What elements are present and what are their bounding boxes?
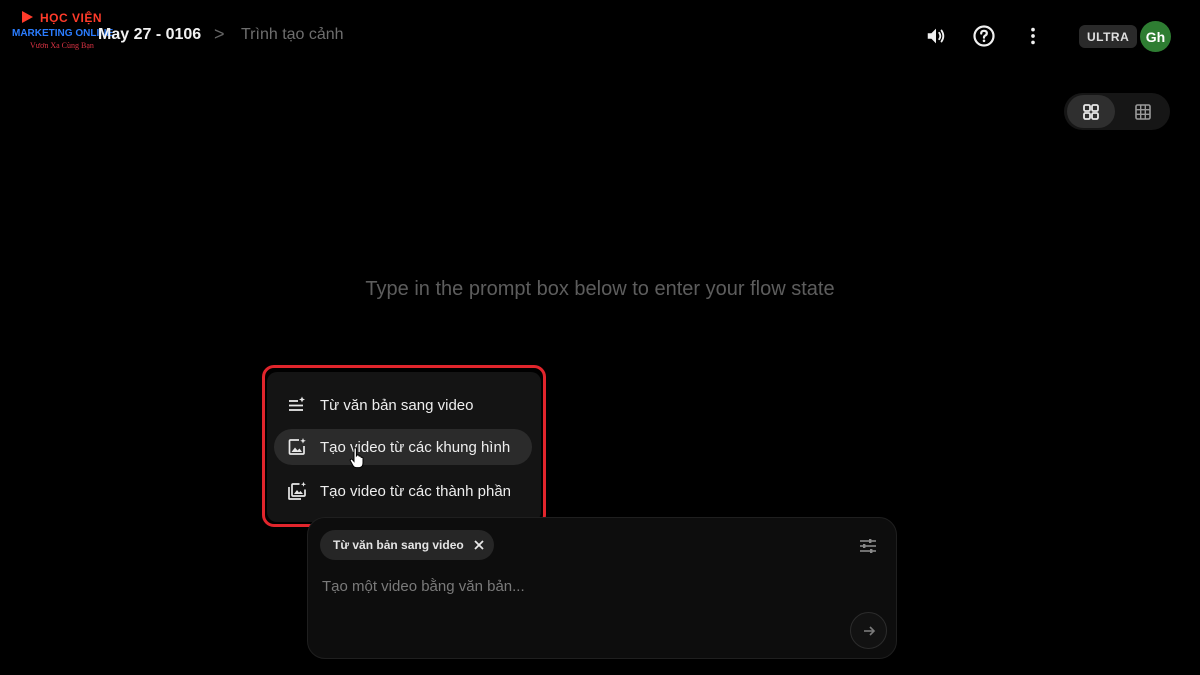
arrow-right-icon [863, 625, 875, 636]
prompt-input[interactable] [322, 574, 842, 598]
plan-badge: ULTRA [1079, 25, 1138, 48]
more-menu-button[interactable] [1019, 22, 1047, 50]
mode-chip-label: Từ văn bản sang video [333, 538, 464, 552]
volume-icon [927, 28, 945, 44]
page-name: Trình tạo cảnh [241, 26, 344, 43]
breadcrumb-separator: > [214, 24, 225, 44]
grid-large-view-button[interactable] [1067, 95, 1115, 128]
hand-cursor-icon [349, 447, 364, 469]
empty-state-hint: Type in the prompt box below to enter yo… [365, 278, 835, 300]
top-bar: HỌC VIỆN MARKETING ONLINE Vươn Xa Cùng B… [0, 0, 1200, 72]
view-toggle [1064, 93, 1170, 130]
more-vert-icon [1031, 27, 1035, 45]
settings-tune-icon[interactable] [858, 536, 878, 556]
help-icon [973, 25, 995, 47]
close-icon[interactable] [472, 538, 486, 552]
project-title[interactable]: May 27 - 0106 [98, 26, 201, 44]
volume-button[interactable] [922, 22, 950, 50]
help-button[interactable] [970, 22, 998, 50]
grid-small-view-button[interactable] [1119, 95, 1167, 128]
grid-small-icon [1135, 103, 1151, 120]
mode-chip[interactable]: Từ văn bản sang video [320, 530, 494, 560]
send-button[interactable] [850, 612, 887, 649]
grid-large-icon [1083, 103, 1099, 120]
logo-play-icon [22, 11, 33, 23]
menu-highlight-outline [262, 365, 546, 527]
watermark-logo: HỌC VIỆN MARKETING ONLINE Vươn Xa Cùng B… [10, 10, 113, 54]
watermark-line3: Vươn Xa Cùng Bạn [30, 41, 94, 50]
prompt-box: Từ văn bản sang video [307, 517, 897, 659]
avatar[interactable]: Gh [1140, 21, 1171, 52]
watermark-line1: HỌC VIỆN [40, 11, 103, 25]
